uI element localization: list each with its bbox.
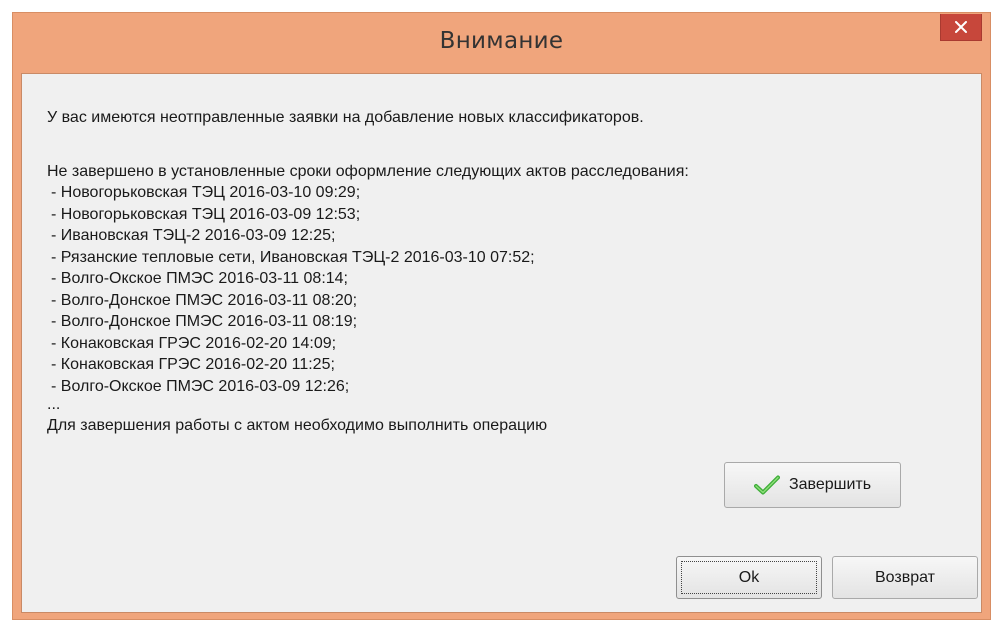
list-item: - Волго-Донское ПМЭС 2016-03-11 08:19; xyxy=(51,313,358,330)
notice-text: У вас имеются неотправленные заявки на д… xyxy=(47,109,644,126)
dialog-body: У вас имеются неотправленные заявки на д… xyxy=(21,73,982,613)
list-item: - Новогорьковская ТЭЦ 2016-03-09 12:53; xyxy=(51,205,361,223)
ellipsis-text: ... xyxy=(47,396,61,413)
list-item: - Конаковская ГРЭС 2016-02-20 11:25; xyxy=(51,356,335,373)
list-item: - Волго-Окское ПМЭС 2016-03-09 12:26; xyxy=(51,377,350,395)
acts-list: - Новогорьковская ТЭЦ 2016-03-10 09:29; … xyxy=(51,182,535,397)
ok-button-label: Ok xyxy=(738,568,760,586)
back-button-label: Возврат xyxy=(875,568,935,586)
list-item: - Волго-Окское ПМЭС 2016-03-11 08:14; xyxy=(51,270,348,287)
dialog-title: Внимание xyxy=(439,28,564,54)
list-item: - Волго-Донское ПМЭС 2016-03-11 08:20; xyxy=(51,291,358,309)
finish-button-label: Завершить xyxy=(788,476,872,493)
close-button[interactable] xyxy=(940,14,982,41)
ok-button[interactable]: Ok xyxy=(676,556,822,599)
finish-instruction-text: Для завершения работы с актом необходимо… xyxy=(47,417,548,434)
finish-button[interactable]: Завершить xyxy=(724,462,901,508)
list-item: - Рязанские тепловые сети, Ивановская ТЭ… xyxy=(51,248,535,266)
list-item: - Новогорьковская ТЭЦ 2016-03-10 09:29; xyxy=(51,184,361,201)
checkmark-icon xyxy=(753,475,780,495)
dialog-window: Внимание У вас имеются неотправленные за… xyxy=(12,12,991,620)
list-item: - Ивановская ТЭЦ-2 2016-03-09 12:25; xyxy=(51,227,336,244)
back-button[interactable]: Возврат xyxy=(832,556,978,599)
acts-header-text: Не завершено в установленные сроки оформ… xyxy=(47,163,689,180)
focus-rectangle: Ok xyxy=(681,561,817,594)
close-icon xyxy=(955,21,967,33)
list-item: - Конаковская ГРЭС 2016-02-20 14:09; xyxy=(51,334,337,352)
title-bar[interactable]: Внимание xyxy=(13,13,990,73)
